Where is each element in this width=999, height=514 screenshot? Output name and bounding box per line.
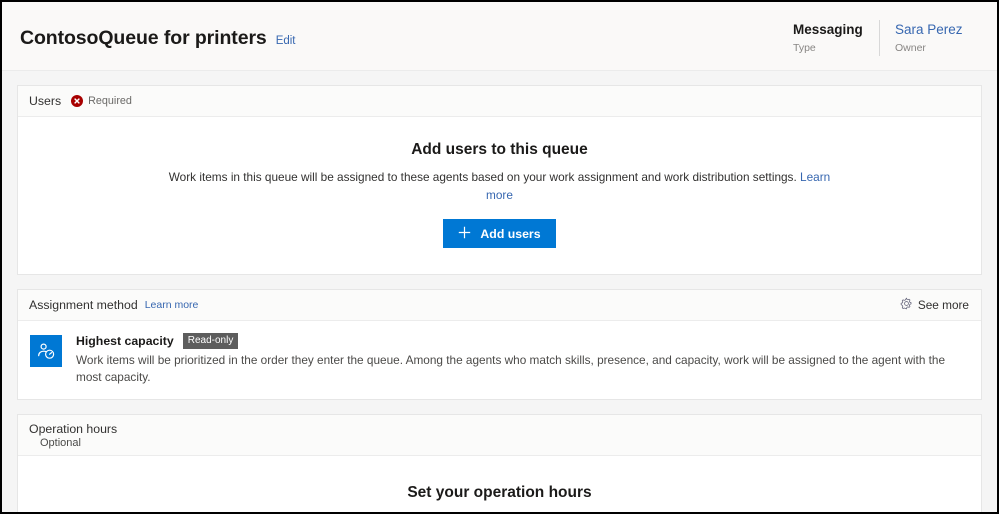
assignment-method-name: Highest capacity bbox=[76, 334, 174, 348]
operation-hours-empty-state: Set your operation hours Choose the days… bbox=[18, 456, 981, 512]
assignment-method-card: Assignment method Learn more See more Hi… bbox=[17, 289, 982, 400]
queue-owner-block: Sara Perez Owner bbox=[879, 20, 981, 56]
required-label: Required bbox=[88, 95, 132, 107]
assignment-method-learn-more-link[interactable]: Learn more bbox=[145, 299, 199, 311]
assignment-method-description: Work items will be prioritized in the or… bbox=[76, 353, 946, 384]
see-more-label: See more bbox=[917, 298, 969, 312]
users-empty-state: Add users to this queue Work items in th… bbox=[18, 117, 981, 274]
queue-type-label: Type bbox=[793, 42, 816, 54]
users-card: Users Required Add users to this queue W… bbox=[17, 85, 982, 275]
operation-hours-section-subtitle: Optional bbox=[40, 437, 81, 449]
user-capacity-icon bbox=[30, 335, 62, 367]
users-empty-description: Work items in this queue will be assigne… bbox=[160, 168, 840, 204]
operation-hours-empty-title: Set your operation hours bbox=[407, 484, 592, 501]
operation-hours-card-header: Operation hours Optional bbox=[18, 415, 981, 456]
queue-type-value: Messaging bbox=[793, 22, 863, 37]
assignment-method-row: Highest capacity Read-only Work items wi… bbox=[18, 321, 981, 399]
operation-hours-card: Operation hours Optional Set your operat… bbox=[17, 414, 982, 512]
assignment-method-name-row: Highest capacity Read-only bbox=[76, 333, 967, 349]
queue-owner-label: Owner bbox=[895, 42, 926, 54]
users-empty-title: Add users to this queue bbox=[411, 141, 588, 158]
add-users-button-label: Add users bbox=[480, 226, 541, 241]
required-badge: Required bbox=[71, 95, 132, 107]
page-title: ContosoQueue for printers bbox=[20, 27, 267, 49]
queue-type-block: Messaging Type bbox=[779, 20, 879, 56]
page-body: Users Required Add users to this queue W… bbox=[2, 85, 997, 512]
operation-hours-section-title: Operation hours bbox=[29, 422, 118, 436]
assignment-method-section-title: Assignment method bbox=[29, 298, 138, 312]
users-empty-description-text: Work items in this queue will be assigne… bbox=[168, 170, 797, 184]
users-card-header: Users Required bbox=[18, 86, 981, 117]
edit-link[interactable]: Edit bbox=[276, 35, 296, 47]
see-more-button[interactable]: See more bbox=[900, 297, 969, 313]
header-meta-group: Messaging Type Sara Perez Owner bbox=[779, 20, 981, 56]
read-only-badge: Read-only bbox=[182, 333, 239, 349]
header-title-group: ContosoQueue for printers Edit bbox=[20, 27, 296, 50]
app-window: ContosoQueue for printers Edit Messaging… bbox=[0, 0, 999, 514]
add-users-button[interactable]: Add users bbox=[443, 219, 556, 248]
gear-icon bbox=[900, 297, 913, 313]
queue-owner-value[interactable]: Sara Perez bbox=[895, 20, 967, 39]
assignment-method-card-header: Assignment method Learn more See more bbox=[18, 290, 981, 321]
error-circle-icon bbox=[71, 95, 84, 107]
plus-icon bbox=[458, 226, 471, 242]
users-section-title: Users bbox=[29, 94, 62, 108]
page-header: ContosoQueue for printers Edit Messaging… bbox=[2, 2, 997, 71]
assignment-method-text: Highest capacity Read-only Work items wi… bbox=[62, 333, 967, 386]
